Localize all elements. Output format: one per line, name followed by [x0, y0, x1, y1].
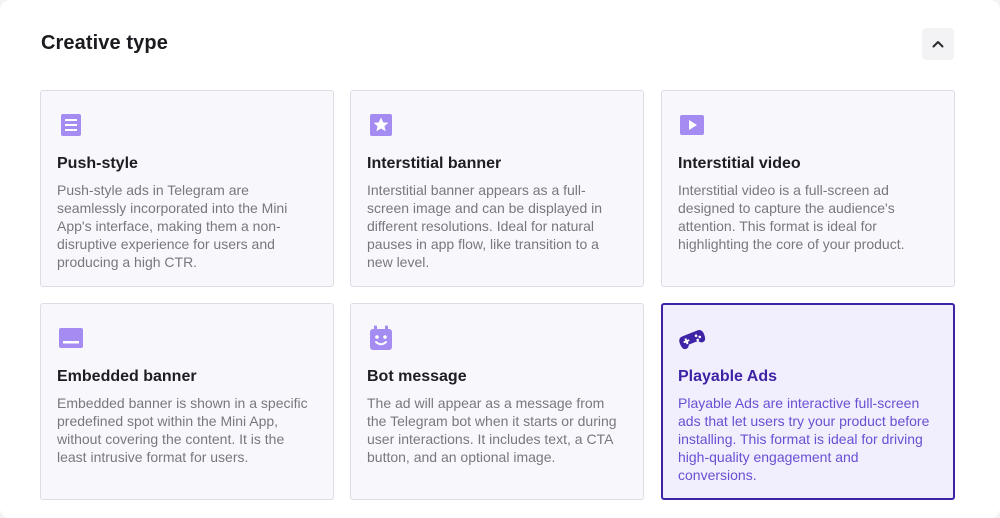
card-description: Interstitial banner appears as a full-sc…: [367, 182, 603, 270]
bot-icon: [370, 325, 392, 350]
embedded-banner-icon: [59, 328, 83, 348]
card-title: Interstitial video: [678, 155, 801, 172]
card-title: Interstitial banner: [367, 155, 502, 172]
card-description: Push-style ads in Telegram are seamlessl…: [57, 182, 288, 270]
creative-card-push-style[interactable]: Push-style Push-style ads in Telegram ar…: [40, 90, 334, 287]
card-description: Embedded banner is shown in a specific p…: [57, 395, 308, 465]
push-list-icon: [61, 114, 81, 136]
collapse-button[interactable]: [922, 28, 954, 60]
card-title: Push-style: [57, 155, 138, 172]
card-title: Embedded banner: [57, 368, 197, 385]
section-title: Creative type: [41, 32, 168, 54]
star-image-icon: [370, 114, 392, 136]
creative-card-playable-ads[interactable]: Playable Ads Playable Ads are interactiv…: [661, 303, 955, 500]
play-video-icon: [680, 115, 704, 135]
card-title: Bot message: [367, 368, 467, 385]
card-title: Playable Ads: [678, 368, 778, 385]
creative-card-bot-message[interactable]: Bot message The ad will appear as a mess…: [350, 303, 644, 500]
creative-card-embedded-banner[interactable]: Embedded banner Embedded banner is shown…: [40, 303, 334, 500]
creative-type-panel: Creative type Push-style Push-style ads …: [0, 0, 1000, 518]
chevron-up-icon: [932, 41, 944, 48]
card-description: The ad will appear as a message from the…: [367, 395, 617, 465]
creative-card-interstitial-video[interactable]: Interstitial video Interstitial video is…: [661, 90, 955, 287]
card-description: Interstitial video is a full-screen ad d…: [678, 182, 905, 252]
creative-card-interstitial-banner[interactable]: Interstitial banner Interstitial banner …: [350, 90, 644, 287]
gamepad-icon: [679, 329, 706, 350]
card-description: Playable Ads are interactive full-screen…: [678, 395, 930, 483]
